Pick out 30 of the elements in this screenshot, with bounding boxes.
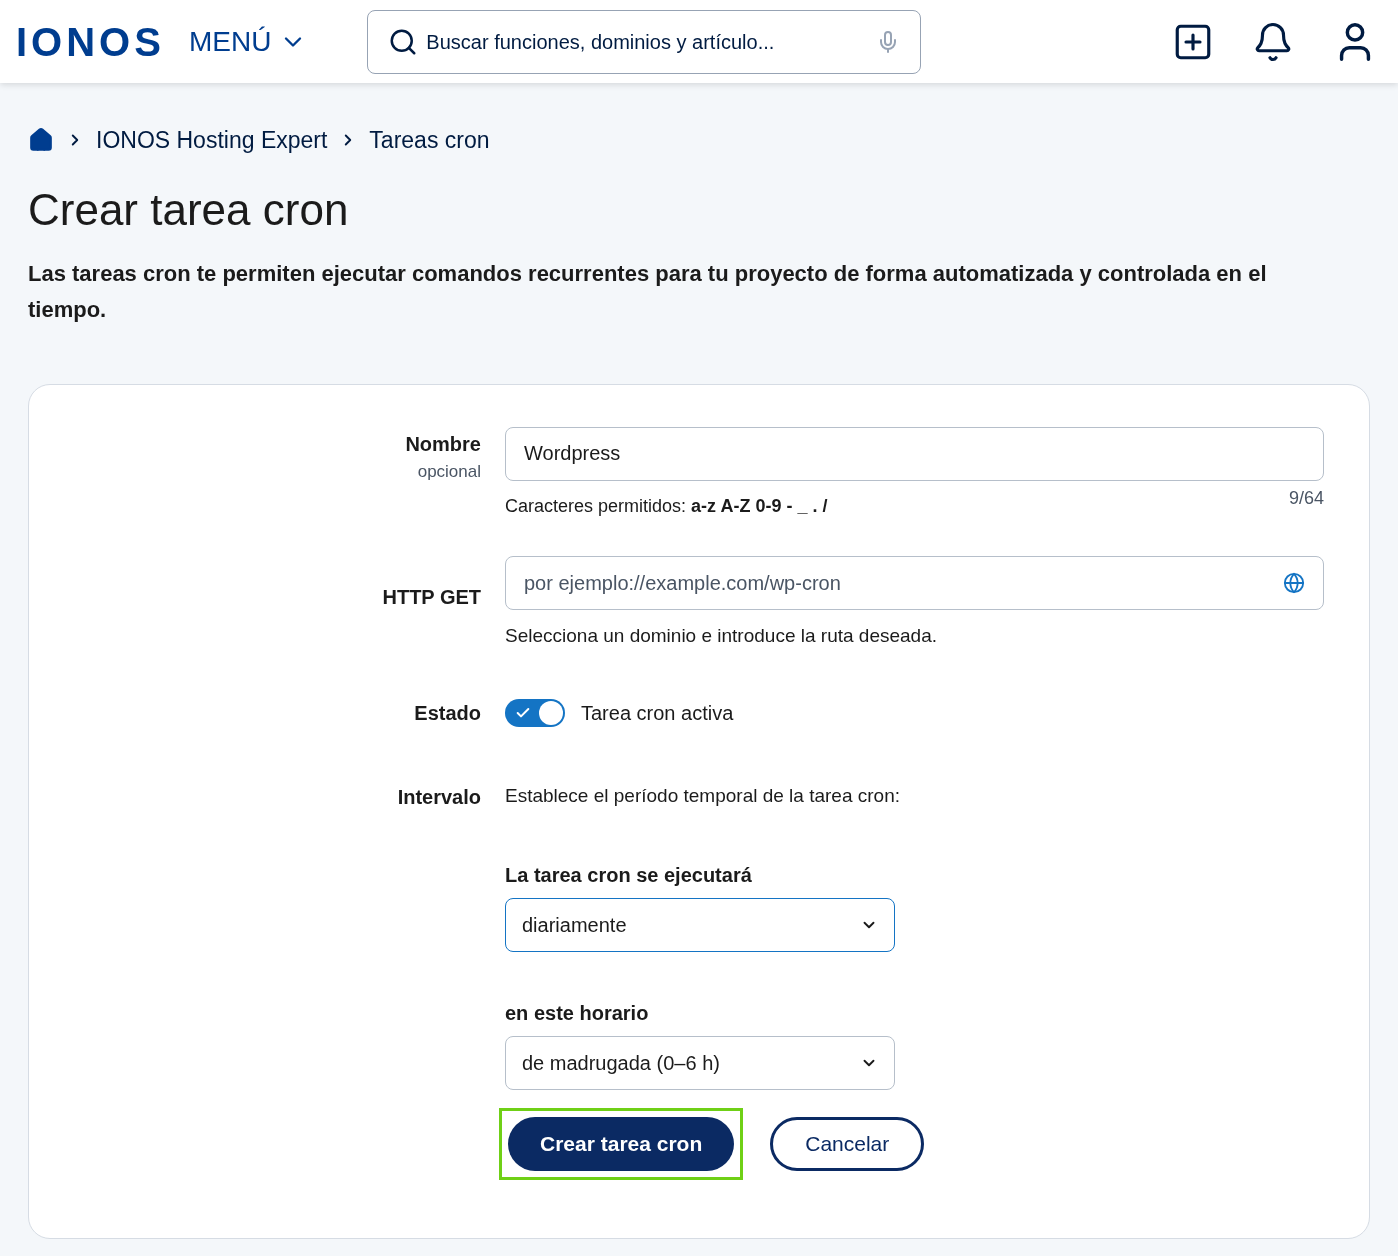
page-description: Las tareas cron te permiten ejecutar comandos recurrentes para tu proyecto de forma automatizada y controlada en el tiempo.	[28, 259, 1268, 324]
field-label: Estado	[413, 701, 481, 726]
breadcrumb-current[interactable]: Tareas cron	[369, 123, 490, 158]
character-counter: 9/64	[1288, 486, 1324, 510]
select-label: La tarea cron se ejecutará	[505, 863, 753, 888]
menu-button[interactable]: MENÚ	[188, 20, 308, 63]
field-hint: Selecciona un dominio e introduce la ruta deseada.	[505, 623, 938, 648]
breadcrumb-link[interactable]: IONOS Hosting Expert	[96, 123, 328, 158]
globe-icon[interactable]	[1283, 571, 1305, 594]
select-field[interactable]: diariamente	[505, 898, 895, 952]
create-button[interactable]: Crear tarea cron	[508, 1117, 735, 1171]
toggle-label: Tarea cron activa	[581, 701, 734, 726]
toggle-switch[interactable]	[505, 699, 565, 727]
cancel-button[interactable]: Cancelar	[770, 1117, 925, 1171]
search-field[interactable]: Buscar funciones, dominios y artículo...	[367, 9, 922, 74]
field-hint: Caracteres permitidos: a-z A-Z 0-9 - _ . /	[505, 494, 828, 518]
field-label: Nombre	[405, 431, 481, 457]
field-sublabel: opcional	[417, 460, 481, 483]
select-label: en este horario	[505, 1001, 650, 1026]
field-label: HTTP GET	[381, 584, 481, 610]
search-input[interactable]: Buscar funciones, dominios y artículo...	[426, 26, 869, 57]
page-title: Crear tarea cron	[28, 183, 350, 236]
logo[interactable]: IONOS	[16, 16, 165, 67]
home-icon[interactable]	[28, 127, 54, 154]
select-field[interactable]: de madrugada (0–6 h)	[505, 1036, 895, 1090]
url-field[interactable]: por ejemplo://example.com/wp-cron	[505, 555, 1324, 610]
field-label: Intervalo	[396, 785, 481, 810]
interval-description: Establece el período temporal de la tarea cron:	[505, 784, 901, 808]
url-input[interactable]: por ejemplo://example.com/wp-cron	[524, 567, 1283, 598]
name-input[interactable]: Wordpress	[505, 426, 1324, 481]
